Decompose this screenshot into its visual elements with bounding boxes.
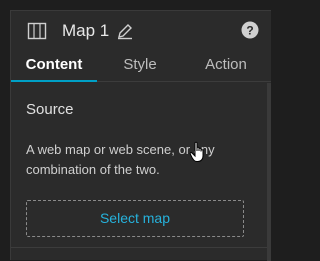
select-map-button[interactable]: Select map: [26, 200, 244, 237]
tab-action[interactable]: Action: [183, 53, 269, 81]
help-icon[interactable]: ?: [241, 21, 259, 39]
svg-text:?: ?: [246, 24, 253, 38]
tab-style[interactable]: Style: [97, 53, 183, 81]
tab-content[interactable]: Content: [11, 53, 97, 82]
section-divider: [11, 247, 271, 248]
widget-title: Map 1: [62, 21, 110, 40]
scrollbar[interactable]: [267, 83, 271, 261]
source-title: Source: [26, 101, 74, 118]
settings-panel: Map 1 ? Content Style Action Source A we…: [10, 10, 271, 261]
tab-bar: Content Style Action: [11, 53, 271, 82]
panel-header: Map 1 ?: [11, 11, 271, 53]
map-icon: [27, 22, 47, 40]
pencil-icon[interactable]: [116, 22, 134, 40]
source-section: Source A web map or web scene, or any co…: [11, 83, 271, 261]
source-description: A web map or web scene, or any combinati…: [26, 142, 215, 177]
